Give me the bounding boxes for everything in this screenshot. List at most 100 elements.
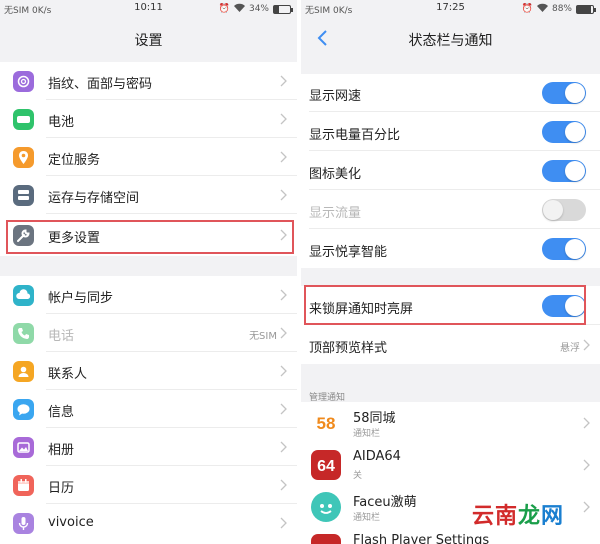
storage-icon <box>13 185 34 206</box>
chevron-right-icon <box>280 327 287 339</box>
settings-screen: 无SIM 0K/s 10:11 ⏰ 34% 设置 指纹、面部与密码 电池 定位服… <box>0 0 297 544</box>
wifi-icon <box>536 3 548 15</box>
wifi-icon <box>233 3 245 15</box>
settings-item-vivoice[interactable]: vivoice <box>0 504 297 542</box>
app-name: Faceu激萌 <box>353 495 417 510</box>
app-item-58[interactable]: 58 58同城 通知栏 <box>301 402 600 444</box>
settings-item-label: 电池 <box>48 115 75 130</box>
chevron-right-icon <box>583 339 590 351</box>
smart-toggle[interactable] <box>542 238 586 260</box>
toggle-row-smart: 显示悦享智能 <box>301 230 600 268</box>
toggle-label: 图标美化 <box>309 167 362 182</box>
mic-icon <box>13 513 34 534</box>
svg-text:64: 64 <box>317 458 335 475</box>
settings-item-label: 顶部预览样式 <box>309 341 388 356</box>
toggle-label: 显示流量 <box>309 206 362 221</box>
toggle-group: 显示网速 显示电量百分比 图标美化 显示流量 显示悦享智能 <box>301 74 600 268</box>
battery-percent: 88% <box>551 4 572 14</box>
fingerprint-icon <box>13 71 34 92</box>
settings-item-phone[interactable]: 电话 无SIM <box>0 314 297 352</box>
settings-item-storage[interactable]: 运存与存储空间 <box>0 176 297 214</box>
page-title: 设置 <box>134 33 163 49</box>
message-icon <box>13 399 34 420</box>
chevron-right-icon <box>280 151 287 163</box>
chevron-right-icon <box>280 75 287 87</box>
flash-app-icon <box>311 534 341 544</box>
app-name: 58同城 <box>353 411 396 426</box>
settings-item-calendar[interactable]: 日历 <box>0 466 297 504</box>
cloud-sync-icon <box>13 285 34 306</box>
settings-item-label: 定位服务 <box>48 153 101 168</box>
settings-group-apps: 帐户与同步 电话 无SIM 联系人 信息 相册 日历 vivoice <box>0 276 297 544</box>
gallery-icon <box>13 437 34 458</box>
app-item-aida64[interactable]: 64 AIDA64 关 <box>301 444 600 486</box>
settings-item-label: 相册 <box>48 443 75 458</box>
chevron-right-icon <box>280 441 287 453</box>
chevron-right-icon <box>280 113 287 125</box>
data-usage-toggle[interactable] <box>542 199 586 221</box>
preview-style-value: 悬浮 <box>560 343 580 354</box>
status-icons: ⏰ 34% <box>218 3 293 15</box>
chevron-right-icon <box>583 459 590 471</box>
faceu-app-icon <box>311 492 341 522</box>
watermark: 云南龙网 <box>471 504 564 529</box>
settings-item-battery[interactable]: 电池 <box>0 100 297 138</box>
title-bar: 状态栏与通知 <box>301 18 600 58</box>
status-icons: ⏰ 88% <box>521 3 596 15</box>
contacts-icon <box>13 361 34 382</box>
settings-item-contacts[interactable]: 联系人 <box>0 352 297 390</box>
app-item-flash[interactable]: Flash Player Settings <box>301 528 600 544</box>
58-app-icon: 58 <box>311 408 341 438</box>
settings-item-label: 日历 <box>48 481 75 496</box>
toggle-label: 显示电量百分比 <box>309 128 401 143</box>
settings-item-location[interactable]: 定位服务 <box>0 138 297 176</box>
network-speed-toggle[interactable] <box>542 82 586 104</box>
status-bar-notification-screen: 无SIM 0K/s 17:25 ⏰ 88% 状态栏与通知 显示网速 显示电量百分… <box>301 0 600 544</box>
chevron-right-icon <box>583 501 590 513</box>
settings-item-label: 信息 <box>48 405 75 420</box>
aida64-app-icon: 64 <box>311 450 341 480</box>
battery-icon <box>273 4 293 14</box>
chevron-right-icon <box>583 417 590 429</box>
settings-item-accounts[interactable]: 帐户与同步 <box>0 276 297 314</box>
settings-item-label: 联系人 <box>48 367 88 382</box>
highlight-box <box>304 285 586 325</box>
app-name: Flash Player Settings <box>353 533 490 544</box>
toggle-label: 显示悦享智能 <box>309 245 388 260</box>
battery-percent-toggle[interactable] <box>542 121 586 143</box>
sim-status: 无SIM <box>249 331 277 342</box>
settings-item-label: 运存与存储空间 <box>48 191 140 206</box>
settings-item-fingerprint[interactable]: 指纹、面部与密码 <box>0 62 297 100</box>
calendar-icon <box>13 475 34 496</box>
chevron-right-icon <box>280 365 287 377</box>
toggle-row-icon-beautify: 图标美化 <box>301 152 600 190</box>
settings-item-label: 电话 <box>48 329 75 344</box>
chevron-right-icon <box>280 479 287 491</box>
toggle-row-battery-percent: 显示电量百分比 <box>301 113 600 151</box>
toggle-row-data-usage: 显示流量 <box>301 191 600 229</box>
phone-icon <box>13 323 34 344</box>
page-title: 状态栏与通知 <box>408 33 493 49</box>
title-bar: 设置 <box>0 18 297 58</box>
chevron-right-icon <box>280 189 287 201</box>
settings-item-label: vivoice <box>48 515 94 530</box>
app-notify-status: 关 <box>353 471 363 481</box>
app-notify-status: 通知栏 <box>353 513 381 523</box>
status-bar: 无SIM 0K/s 17:25 ⏰ 88% <box>301 0 600 18</box>
settings-item-top-preview[interactable]: 顶部预览样式 悬浮 <box>301 326 600 364</box>
svg-text:58: 58 <box>317 414 336 433</box>
icon-beautify-toggle[interactable] <box>542 160 586 182</box>
status-bar: 无SIM 0K/s 10:11 ⏰ 34% <box>0 0 297 18</box>
alarm-icon: ⏰ <box>521 4 533 14</box>
highlight-box <box>6 220 294 254</box>
toggle-label: 显示网速 <box>309 89 362 104</box>
battery-icon <box>13 109 34 130</box>
settings-item-messages[interactable]: 信息 <box>0 390 297 428</box>
battery-icon <box>576 4 596 14</box>
chevron-right-icon <box>280 403 287 415</box>
settings-item-gallery[interactable]: 相册 <box>0 428 297 466</box>
alarm-icon: ⏰ <box>218 4 230 14</box>
chevron-right-icon <box>280 289 287 301</box>
battery-percent: 34% <box>248 4 269 14</box>
toggle-row-network-speed: 显示网速 <box>301 74 600 112</box>
